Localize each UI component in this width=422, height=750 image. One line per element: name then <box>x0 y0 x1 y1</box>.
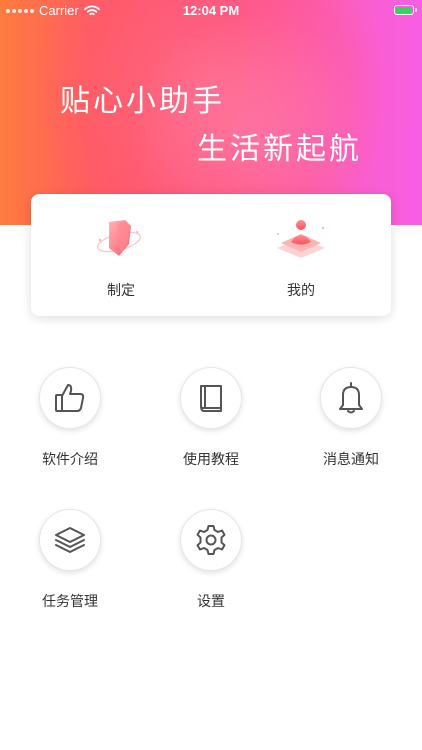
book-icon <box>200 385 222 412</box>
layers-icon <box>55 527 85 553</box>
grid-item-notifications[interactable]: 消息通知 <box>281 367 421 469</box>
card-item-formulate[interactable]: 制定 <box>31 194 211 316</box>
bell-icon <box>339 382 363 414</box>
grid-icon-circle <box>39 509 101 571</box>
grid-icon-circle <box>320 367 382 429</box>
hero-slogan-line2: 生活新起航 <box>197 132 362 167</box>
card-item-label: 制定 <box>107 283 135 299</box>
grid-icon-circle <box>39 367 101 429</box>
status-bar: Carrier 12:04 PM <box>0 0 422 22</box>
home-screen: Carrier 12:04 PM 贴心小助手 生活新起航 制定 我的 软件介绍 … <box>0 0 422 750</box>
grid-item-label: 消息通知 <box>323 452 379 468</box>
battery-charging-icon <box>394 5 417 15</box>
gear-icon <box>196 525 226 555</box>
grid-icon-circle <box>180 509 242 571</box>
thumbs-up-icon <box>55 384 85 412</box>
grid-item-settings[interactable]: 设置 <box>141 509 281 611</box>
quick-action-card: 制定 我的 <box>31 194 391 316</box>
grid-icon-circle <box>180 367 242 429</box>
shield-icon <box>97 220 141 256</box>
grid-item-label: 设置 <box>197 594 225 610</box>
grid-item-label: 软件介绍 <box>42 452 98 468</box>
grid-item-label: 使用教程 <box>183 452 239 468</box>
grid-item-label: 任务管理 <box>42 594 98 610</box>
grid-item-tutorial[interactable]: 使用教程 <box>141 367 281 469</box>
status-time: 12:04 PM <box>182 3 240 18</box>
grid-item-software-intro[interactable]: 软件介绍 <box>0 367 140 469</box>
grid-item-task-management[interactable]: 任务管理 <box>0 509 140 611</box>
user-profile-icon <box>277 220 325 258</box>
card-item-mine[interactable]: 我的 <box>211 194 391 316</box>
hero-slogan-line1: 贴心小助手 <box>60 84 225 119</box>
card-item-label: 我的 <box>287 283 315 299</box>
